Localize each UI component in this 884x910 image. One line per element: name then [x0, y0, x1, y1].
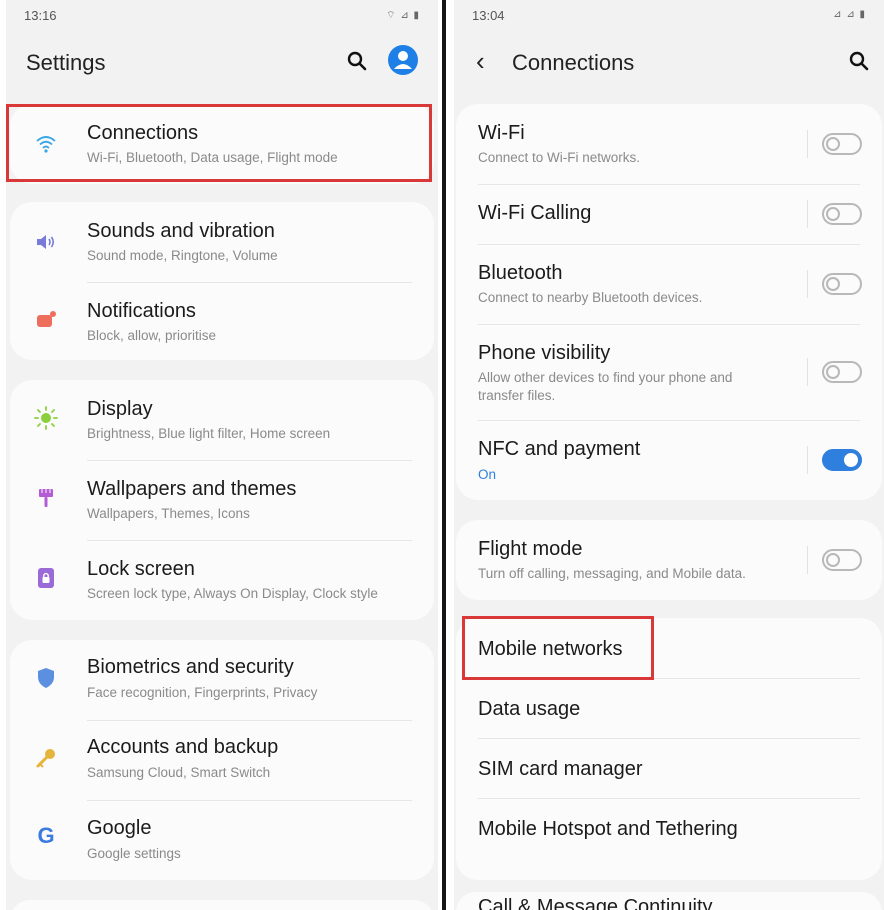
key-icon — [36, 749, 55, 768]
search-icon[interactable] — [848, 50, 870, 72]
speaker-icon — [37, 235, 55, 249]
menu-item-google[interactable]: G Google Google settings — [10, 800, 434, 880]
display-label: Display — [87, 398, 153, 420]
status-bar: 13:16 ⌔ ⊿ ▮ — [24, 8, 420, 24]
wallpapers-label: Wallpapers and themes — [87, 478, 297, 500]
lockscreen-sub: Screen lock type, Always On Display, Clo… — [87, 586, 378, 601]
accounts-label: Accounts and backup — [87, 736, 279, 758]
card-partial: Call & Message Continuity — [456, 892, 882, 910]
menu-item-notifications[interactable]: Notifications Block, allow, prioritise — [10, 282, 434, 360]
wificalling-toggle[interactable] — [822, 203, 862, 225]
bluetooth-label: Bluetooth — [478, 262, 563, 284]
menu-item-call-continuity[interactable]: Call & Message Continuity — [456, 892, 882, 910]
nfc-label: NFC and payment — [478, 438, 641, 460]
cutoff-label: Call & Message Continuity — [478, 896, 713, 910]
wifi-sub: Connect to Wi-Fi networks. — [478, 150, 641, 165]
nfc-toggle[interactable] — [822, 449, 862, 471]
card-display: Display Brightness, Blue light filter, H… — [10, 380, 434, 620]
setting-phone-visibility[interactable]: Phone visibility Allow other devices to … — [456, 324, 882, 420]
hotspot-label: Mobile Hotspot and Tethering — [478, 818, 738, 840]
visibility-sub-line2: transfer files. — [478, 388, 556, 403]
card-partial — [10, 900, 434, 910]
menu-item-display[interactable]: Display Brightness, Blue light filter, H… — [10, 380, 434, 460]
card-sounds-notifications: Sounds and vibration Sound mode, Rington… — [10, 202, 434, 360]
google-icon: G — [37, 823, 55, 848]
google-label: Google — [87, 817, 152, 839]
accounts-sub: Samsung Cloud, Smart Switch — [87, 765, 271, 780]
flight-toggle[interactable] — [822, 549, 862, 571]
flight-sub: Turn off calling, messaging, and Mobile … — [478, 566, 746, 581]
connections-header: ‹ Connections — [454, 40, 884, 84]
menu-item-lock-screen[interactable]: Lock screen Screen lock type, Always On … — [10, 540, 434, 620]
wifi-label: Wi-Fi — [478, 122, 525, 144]
highlight-box-connections — [6, 104, 432, 182]
wifi-toggle[interactable] — [822, 133, 862, 155]
datausage-label: Data usage — [478, 698, 581, 720]
connections-screen: 13:04 ⊿ ⊿ ▮ ‹ Connections Wi-Fi Connect … — [454, 0, 884, 910]
setting-wifi-calling[interactable]: Wi-Fi Calling — [456, 184, 882, 244]
setting-nfc[interactable]: NFC and payment On — [456, 420, 882, 500]
bluetooth-toggle[interactable] — [822, 273, 862, 295]
status-time: 13:16 — [24, 8, 57, 23]
shield-icon — [38, 668, 54, 688]
menu-item-sim-manager[interactable]: SIM card manager — [456, 738, 882, 798]
nfc-status: On — [478, 467, 497, 482]
flight-label: Flight mode — [478, 538, 583, 560]
settings-header: Settings — [6, 40, 438, 84]
menu-item-wallpapers[interactable]: Wallpapers and themes Wallpapers, Themes… — [10, 460, 434, 540]
biometrics-label: Biometrics and security — [87, 656, 294, 678]
page-title: Connections — [512, 50, 635, 75]
menu-item-hotspot[interactable]: Mobile Hotspot and Tethering — [456, 798, 882, 860]
highlight-box-mobile-networks — [462, 616, 654, 680]
paintbrush-icon — [39, 489, 53, 507]
menu-item-biometrics[interactable]: Biometrics and security Face recognition… — [10, 640, 434, 720]
back-arrow-icon[interactable]: ‹ — [476, 46, 485, 77]
profile-avatar-icon[interactable] — [388, 45, 418, 75]
setting-flight-mode[interactable]: Flight mode Turn off calling, messaging,… — [456, 520, 882, 600]
wificalling-label: Wi-Fi Calling — [478, 202, 592, 224]
status-icons: ⊿ ⊿ ▮ — [833, 9, 866, 20]
card-security-accounts: Biometrics and security Face recognition… — [10, 640, 434, 880]
status-icons: ⌔ ⊿ ▮ — [386, 10, 420, 21]
brightness-icon — [34, 406, 58, 430]
display-sub: Brightness, Blue light filter, Home scre… — [87, 426, 331, 441]
menu-item-sounds[interactable]: Sounds and vibration Sound mode, Rington… — [10, 202, 434, 282]
bluetooth-sub: Connect to nearby Bluetooth devices. — [478, 290, 703, 305]
search-icon[interactable] — [346, 50, 368, 72]
status-time: 13:04 — [472, 8, 505, 23]
visibility-toggle[interactable] — [822, 361, 862, 383]
setting-bluetooth[interactable]: Bluetooth Connect to nearby Bluetooth de… — [456, 244, 882, 324]
wallpapers-sub: Wallpapers, Themes, Icons — [87, 506, 250, 521]
status-bar: 13:04 ⊿ ⊿ ▮ — [472, 8, 866, 24]
settings-screen: 13:16 ⌔ ⊿ ▮ Settings Connections Wi-Fi, … — [6, 0, 438, 910]
card-connection-toggles: Wi-Fi Connect to Wi-Fi networks. Wi-Fi C… — [456, 104, 882, 500]
notification-icon — [37, 311, 56, 327]
lockscreen-label: Lock screen — [87, 558, 195, 580]
sounds-sub: Sound mode, Ringtone, Volume — [87, 248, 278, 263]
card-flight-mode: Flight mode Turn off calling, messaging,… — [456, 520, 882, 600]
visibility-label: Phone visibility — [478, 342, 611, 364]
menu-item-accounts[interactable]: Accounts and backup Samsung Cloud, Smart… — [10, 720, 434, 800]
setting-wifi[interactable]: Wi-Fi Connect to Wi-Fi networks. — [456, 104, 882, 184]
simmanager-label: SIM card manager — [478, 758, 643, 780]
lock-screen-icon — [38, 568, 54, 588]
visibility-sub-line1: Allow other devices to find your phone a… — [478, 370, 733, 385]
biometrics-sub: Face recognition, Fingerprints, Privacy — [87, 685, 318, 700]
page-title: Settings — [26, 50, 106, 75]
sounds-label: Sounds and vibration — [87, 220, 275, 242]
notifications-label: Notifications — [87, 300, 196, 322]
google-sub: Google settings — [87, 846, 181, 861]
menu-item-data-usage[interactable]: Data usage — [456, 678, 882, 738]
notifications-sub: Block, allow, prioritise — [87, 328, 217, 343]
